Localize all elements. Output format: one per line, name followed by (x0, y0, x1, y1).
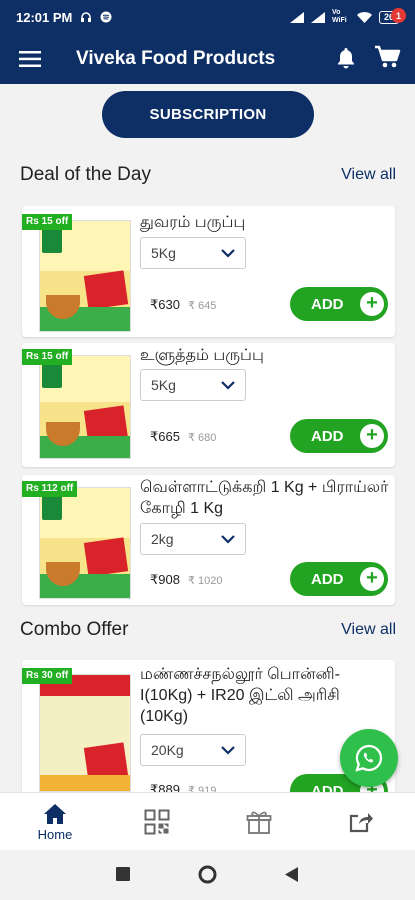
add-label: ADD (311, 570, 344, 588)
add-label: ADD (311, 295, 344, 313)
cart-badge: 1 (391, 8, 406, 23)
nav-share[interactable] (326, 793, 396, 851)
product-name: வெள்ளாட்டுக்கறி 1 Kg + பிராய்லர் கோழி 1 … (140, 479, 389, 517)
quantity-value: 5Kg (151, 377, 176, 393)
product-name: துவரம் பருப்பு (140, 214, 246, 231)
nav-home[interactable]: Home (20, 793, 90, 851)
combo-view-all-link[interactable]: View all (341, 621, 396, 639)
notification-bell-icon[interactable] (336, 46, 356, 70)
home-button-icon[interactable] (198, 865, 217, 884)
deal-view-all-link[interactable]: View all (341, 166, 396, 184)
offer-tag: Rs 30 off (22, 668, 73, 684)
deal-section-header: Deal of the Day View all (20, 164, 396, 186)
product-name: மண்ணச்சநல்லூர் பொன்னி-I(10Kg) + IR20 இட்… (140, 666, 340, 725)
chevron-down-icon (221, 248, 235, 258)
nav-offers[interactable] (224, 793, 294, 851)
product-image[interactable] (39, 487, 131, 599)
quantity-select[interactable]: 2kg (140, 523, 246, 555)
gift-icon (246, 811, 272, 834)
product-card[interactable]: Rs 15 off துவரம் பருப்பு 5Kg ₹630 ₹ 645 … (22, 206, 395, 337)
product-image[interactable] (39, 220, 131, 332)
plus-icon: + (360, 292, 384, 316)
add-button[interactable]: ADD + (290, 562, 388, 596)
share-icon (349, 813, 373, 833)
product-card[interactable]: Rs 15 off உளுத்தம் பருப்பு 5Kg ₹665 ₹ 68… (22, 343, 395, 467)
recents-icon[interactable] (116, 867, 130, 881)
hamburger-menu-icon[interactable] (0, 51, 60, 67)
quantity-value: 2kg (151, 531, 174, 547)
signal-icon (289, 11, 304, 23)
add-button[interactable]: ADD + (290, 419, 388, 453)
cart-icon[interactable] (374, 43, 402, 71)
product-card[interactable]: Rs 112 off வெள்ளாட்டுக்கறி 1 Kg + பிராய்… (22, 475, 395, 605)
price-row: ₹908 ₹ 1020 (150, 572, 223, 588)
categories-icon (144, 809, 170, 835)
price-row: ₹665 ₹ 680 (150, 429, 216, 445)
quantity-value: 20Kg (151, 742, 184, 758)
quantity-select[interactable]: 5Kg (140, 369, 246, 401)
offer-tag: Rs 15 off (22, 214, 73, 230)
plus-icon: + (360, 424, 384, 448)
back-icon[interactable] (285, 867, 298, 882)
plus-icon: + (360, 567, 384, 591)
whatsapp-button[interactable] (340, 729, 398, 787)
selling-price: ₹665 (150, 429, 180, 444)
quantity-select[interactable]: 20Kg (140, 734, 246, 766)
bottom-navigation: Home (0, 792, 415, 850)
product-image[interactable] (39, 355, 131, 459)
system-navigation-bar (0, 850, 415, 900)
combo-section-title: Combo Offer (20, 619, 129, 640)
wifi-icon (356, 11, 372, 23)
vowifi-label: Vo WiFi (331, 9, 347, 24)
offer-tag: Rs 15 off (22, 349, 73, 365)
add-button[interactable]: ADD + (290, 287, 388, 321)
offer-tag: Rs 112 off (22, 481, 78, 497)
chevron-down-icon (221, 745, 235, 755)
home-icon (44, 803, 66, 824)
whatsapp-icon (355, 744, 383, 772)
app-title: Viveka Food Products (76, 48, 276, 69)
combo-section-header: Combo Offer View all (20, 619, 396, 641)
quantity-select[interactable]: 5Kg (140, 237, 246, 269)
product-name: உளுத்தம் பருப்பு (140, 347, 264, 364)
selling-price: ₹908 (150, 572, 180, 587)
quantity-value: 5Kg (151, 245, 176, 261)
mrp-price: ₹ 645 (187, 300, 217, 312)
chevron-down-icon (221, 380, 235, 390)
mrp-price: ₹ 680 (187, 432, 217, 444)
nav-categories[interactable] (122, 793, 192, 851)
mrp-price: ₹ 1020 (187, 575, 223, 587)
headphones-icon (81, 12, 92, 22)
signal-icon-2 (310, 11, 325, 23)
add-label: ADD (311, 427, 344, 445)
subscription-button[interactable]: SUBSCRIPTION (102, 91, 314, 138)
deal-section-title: Deal of the Day (20, 164, 151, 185)
selling-price: ₹630 (150, 297, 180, 312)
price-row: ₹630 ₹ 645 (150, 297, 216, 313)
app-bar: Viveka Food Products (0, 34, 415, 84)
nav-home-label: Home (37, 826, 73, 842)
spotify-icon (100, 11, 112, 23)
status-time: 12:01 PM (16, 9, 73, 25)
chevron-down-icon (221, 534, 235, 544)
status-bar: 12:01 PM Vo WiFi 26 (0, 0, 415, 34)
product-image[interactable] (39, 674, 131, 792)
